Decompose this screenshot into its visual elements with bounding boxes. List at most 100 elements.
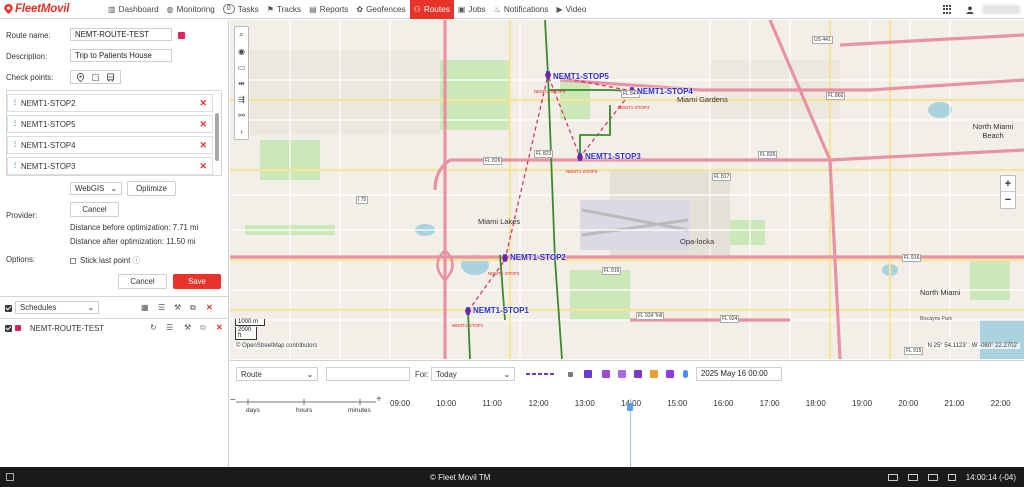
select-all-checkbox[interactable] <box>5 304 12 312</box>
stick-last-point-option[interactable]: Stick last point ⓘ <box>70 255 140 266</box>
nav-dashboard[interactable]: ▥ Dashboard <box>104 0 163 19</box>
timeline-search-input[interactable] <box>326 367 410 381</box>
nav-reports[interactable]: ▤ Reports <box>305 0 352 19</box>
track-style-icon[interactable] <box>526 371 556 377</box>
nav-tasks[interactable]: 0 Tasks <box>219 0 263 19</box>
drag-handle-icon[interactable]: ⫶ <box>14 161 16 171</box>
hour-tick-label: 19:00 <box>852 399 873 408</box>
layer-photos-icon[interactable] <box>666 370 674 378</box>
stick-last-point-checkbox[interactable] <box>70 257 76 264</box>
datetime-field[interactable]: 2025 May 16 00:00 <box>696 367 782 381</box>
delete-icon[interactable]: ✕ <box>206 303 213 312</box>
layer-markers-icon[interactable] <box>584 370 592 378</box>
list-icon[interactable]: ☰ <box>166 323 173 332</box>
stop-label[interactable]: NEMT1-STOP2 <box>510 253 566 262</box>
description-input[interactable] <box>70 49 172 62</box>
monitor-icon[interactable] <box>907 473 918 481</box>
nav-geofences[interactable]: ✿ Geofences <box>352 0 409 19</box>
checkpoint-row[interactable]: ⫶ NEMT1-STOP3 ✕ <box>7 157 213 175</box>
layer-events-icon[interactable] <box>618 370 626 378</box>
add-unit-icon[interactable] <box>106 72 115 82</box>
save-button[interactable]: Save <box>173 274 221 289</box>
route-color-swatch[interactable] <box>178 32 185 39</box>
remove-icon[interactable]: ✕ <box>199 161 207 172</box>
layer-video-icon[interactable] <box>634 370 642 378</box>
stop-label[interactable]: NEMT1-STOP5 <box>553 72 609 81</box>
zoom-out-button[interactable]: − <box>1001 192 1015 208</box>
route-checkbox[interactable] <box>5 324 12 332</box>
timeline-type-select[interactable]: Route ⌄ <box>236 367 318 381</box>
map-view[interactable]: Miami Gardens Miami Lakes Opa-locka Nort… <box>230 20 1024 359</box>
expand-icon[interactable] <box>6 473 14 481</box>
panel-toggle-icon[interactable] <box>887 473 898 481</box>
zoom-in-button[interactable]: + <box>1001 176 1015 192</box>
checkpoint-row[interactable]: ⫶ NEMT1-STOP5 ✕ <box>7 115 213 133</box>
calendar-icon[interactable]: ▦ <box>141 303 149 312</box>
copy-icon[interactable]: ⧉ <box>190 303 196 313</box>
layer-stops-icon[interactable] <box>602 370 610 378</box>
current-time-marker[interactable] <box>627 403 633 411</box>
zoom-minus-icon[interactable]: − <box>230 395 236 406</box>
ruler-icon[interactable]: ⇹ <box>234 75 249 91</box>
timeline-zoom-scale[interactable]: − + days hours minutes <box>230 394 382 415</box>
timeline-panel: Route ⌄ For: Today ⌄ 2025 May 16 00:00 − +… <box>230 360 1024 468</box>
stop-sublabel: NEMT1-STOP3 <box>566 169 598 174</box>
app-logo[interactable]: FleetMovil <box>0 0 104 19</box>
chevron-right-icon[interactable]: › <box>234 123 249 139</box>
provider-select[interactable]: WebGIS ⌄ <box>70 182 122 195</box>
stop-label[interactable]: NEMT1-STOP4 <box>637 87 693 96</box>
wrench-icon[interactable]: ⚒ <box>174 303 181 312</box>
route-list-row[interactable]: NEMT-ROUTE-TEST <box>0 319 229 337</box>
nodes-icon[interactable]: ⚯ <box>234 107 249 123</box>
layers-icon[interactable]: ▭ <box>234 59 249 75</box>
add-point-icon[interactable] <box>76 72 85 82</box>
list-scrollbar[interactable] <box>215 113 219 161</box>
optimize-button[interactable]: Optimize <box>127 181 176 196</box>
user-name-blurred[interactable] <box>982 5 1020 14</box>
drag-handle-icon[interactable]: ⫶ <box>14 140 16 150</box>
layer-points-icon[interactable] <box>568 372 573 377</box>
cancel-button[interactable]: Cancel <box>118 274 167 289</box>
nav-label: Tasks <box>237 4 259 14</box>
drag-handle-icon[interactable]: ⫶ <box>14 119 16 129</box>
drag-handle-icon[interactable]: ⫶ <box>14 98 16 108</box>
stop-label[interactable]: NEMT1-STOP3 <box>585 152 641 161</box>
user-icon[interactable] <box>966 6 974 14</box>
nav-video[interactable]: ▶ Video <box>552 0 590 19</box>
search-icon[interactable]: ⌕ <box>234 27 249 43</box>
status-bar: © Fleet Movil TM 14:00:14 (-04) <box>0 467 1024 487</box>
schedules-select[interactable]: Schedules ⌄ <box>15 301 99 314</box>
chevron-down-icon: ⌄ <box>306 369 313 379</box>
nav-tracks[interactable]: ⚑ Tracks <box>263 0 305 19</box>
wrench-icon[interactable]: ⚒ <box>184 323 191 332</box>
message-icon[interactable] <box>947 473 956 481</box>
layer-fuel-icon[interactable] <box>650 370 658 378</box>
list-icon[interactable]: ☰ <box>158 303 165 312</box>
layer-info-icon[interactable] <box>683 370 688 378</box>
add-geofence-icon[interactable] <box>91 73 100 82</box>
map-attribution[interactable]: © OpenStreetMap contributors <box>234 343 320 349</box>
hour-tick-label: 21:00 <box>944 399 965 408</box>
delete-icon[interactable]: ✕ <box>216 323 223 332</box>
remove-icon[interactable]: ✕ <box>199 140 207 151</box>
apps-grid-icon[interactable] <box>943 5 952 14</box>
zoom-plus-icon[interactable]: + <box>376 394 382 405</box>
cancel-optimization-button[interactable]: Cancel <box>70 202 119 217</box>
route-name-input[interactable] <box>70 28 172 41</box>
window-icon[interactable] <box>927 473 938 481</box>
checkpoint-row[interactable]: ⫶ NEMT1-STOP4 ✕ <box>7 136 213 154</box>
period-select[interactable]: Today ⌄ <box>431 367 515 381</box>
help-icon[interactable]: ⓘ <box>132 256 140 265</box>
nav-monitoring[interactable]: ◍ Monitoring <box>163 0 219 19</box>
nav-notifications[interactable]: ♨ Notifications <box>490 0 553 19</box>
history-icon[interactable]: ↻ <box>150 323 157 332</box>
checkpoint-row[interactable]: ⫶ NEMT1-STOP2 ✕ <box>7 94 213 112</box>
nav-jobs[interactable]: ▣ Jobs <box>454 0 490 19</box>
remove-icon[interactable]: ✕ <box>199 119 207 130</box>
route-tool-icon[interactable]: ⇶ <box>234 91 249 107</box>
remove-icon[interactable]: ✕ <box>199 98 207 109</box>
stop-label[interactable]: NEMT1-STOP1 <box>473 306 529 315</box>
eye-icon[interactable]: ◉ <box>234 43 249 59</box>
copy-icon[interactable]: ⧉ <box>200 323 206 333</box>
nav-routes[interactable]: ⚇ Routes <box>409 0 454 19</box>
